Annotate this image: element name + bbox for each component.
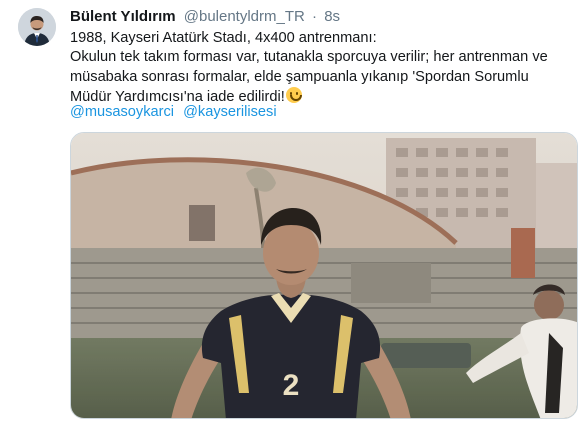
display-name[interactable]: Bülent Yıldırım	[70, 8, 176, 25]
timestamp[interactable]: 8s	[324, 8, 340, 25]
tweet-header: Bülent Yıldırım @bulentyldrm_TR · 8s	[70, 7, 340, 27]
mention-link[interactable]: @kayserilisesi	[183, 104, 276, 120]
avatar-person-icon	[18, 8, 56, 46]
mentions: @musasoykarci @kayserilisesi	[70, 103, 282, 122]
tweet-text: 1988, Kayseri Atatürk Stadı, 4x400 antre…	[70, 29, 575, 108]
mention-link[interactable]: @musasoykarci	[70, 104, 174, 120]
tweet-text-line: müsabaka sonrası formalar, elde şampuanl…	[70, 68, 529, 85]
tweet-text-line: Okulun tek takım forması var, tutanakla …	[70, 49, 548, 66]
tweet[interactable]: Bülent Yıldırım @bulentyldrm_TR · 8s 198…	[0, 0, 585, 426]
separator-dot: ·	[312, 8, 318, 25]
profile-avatar[interactable]	[18, 8, 56, 46]
smiling-face-emoji-icon	[285, 87, 302, 104]
tweet-photo[interactable]: 2	[70, 132, 578, 419]
user-handle[interactable]: @bulentyldrm_TR	[184, 8, 305, 25]
stadium-photo-image: 2	[71, 133, 577, 418]
tweet-text-line: 1988, Kayseri Atatürk Stadı, 4x400 antre…	[70, 30, 377, 46]
